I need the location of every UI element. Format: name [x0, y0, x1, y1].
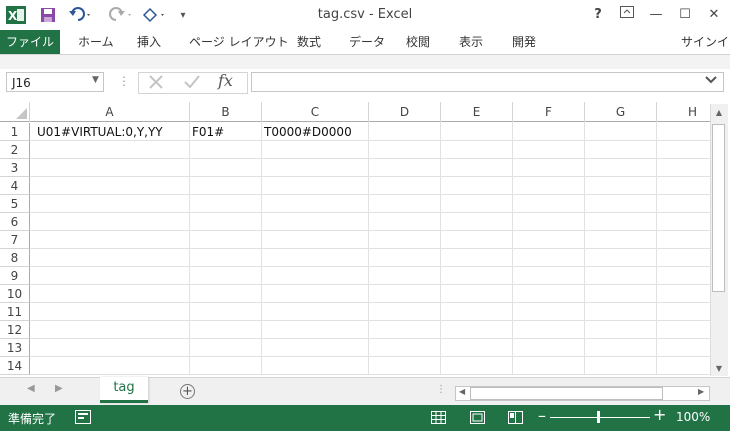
- table-row[interactable]: [30, 267, 710, 285]
- chevron-down-icon[interactable]: ▼: [92, 75, 99, 85]
- scroll-left-icon[interactable]: ◀: [459, 387, 465, 396]
- signin-link[interactable]: サインイン: [681, 30, 730, 54]
- row-header-4[interactable]: 4: [0, 177, 30, 195]
- table-row[interactable]: [30, 321, 710, 339]
- minimize-button[interactable]: —: [643, 4, 669, 26]
- table-row[interactable]: [30, 231, 710, 249]
- table-row[interactable]: [30, 177, 710, 195]
- zoom-slider-thumb[interactable]: [597, 411, 600, 423]
- table-row[interactable]: [30, 141, 710, 159]
- tab-data[interactable]: データ: [349, 30, 385, 54]
- row-header-11[interactable]: 11: [0, 303, 30, 321]
- column-header-h[interactable]: H: [657, 102, 710, 122]
- table-row[interactable]: [30, 303, 710, 321]
- cell-c1[interactable]: T0000#D0000: [264, 124, 352, 141]
- scroll-down-icon[interactable]: ▼: [713, 364, 725, 373]
- scroll-right-icon[interactable]: ▶: [698, 387, 704, 396]
- row-header-2[interactable]: 2: [0, 141, 30, 159]
- row-header-6[interactable]: 6: [0, 213, 30, 231]
- ribbon-display-options-button[interactable]: [614, 4, 640, 26]
- name-box[interactable]: J16: [6, 72, 104, 92]
- scroll-up-icon[interactable]: ▲: [713, 108, 725, 117]
- table-row[interactable]: [30, 339, 710, 357]
- row-header-9[interactable]: 9: [0, 267, 30, 285]
- insert-function-icon[interactable]: fx: [218, 71, 233, 90]
- cell-b1[interactable]: F01#: [192, 124, 224, 141]
- column-header-b[interactable]: B: [190, 102, 262, 122]
- tab-page-layout[interactable]: ページ レイアウト: [189, 30, 289, 54]
- table-row[interactable]: [30, 159, 710, 177]
- tab-formulas[interactable]: 数式: [297, 30, 321, 54]
- row-header-14[interactable]: 14: [0, 357, 30, 375]
- column-header-row: A B C D E F G H: [0, 102, 710, 122]
- row-header-5[interactable]: 5: [0, 195, 30, 213]
- help-button[interactable]: ?: [585, 4, 611, 26]
- expand-formula-bar-icon[interactable]: [705, 75, 717, 88]
- tab-developer[interactable]: 開発: [512, 30, 536, 54]
- row-header-10[interactable]: 10: [0, 285, 30, 303]
- macro-record-icon[interactable]: [75, 410, 91, 427]
- status-bar: [0, 405, 730, 431]
- ribbon-display-icon: [620, 6, 634, 22]
- normal-view-icon[interactable]: [431, 411, 446, 427]
- row-header-12[interactable]: 12: [0, 321, 30, 339]
- cancel-icon[interactable]: [147, 73, 165, 94]
- column-header-d[interactable]: D: [369, 102, 441, 122]
- row-header-3[interactable]: 3: [0, 159, 30, 177]
- tab-view[interactable]: 表示: [459, 30, 483, 54]
- row-header-1[interactable]: 1: [0, 123, 30, 141]
- add-sheet-icon[interactable]: +: [180, 384, 195, 399]
- enter-check-icon[interactable]: [183, 73, 201, 94]
- table-row[interactable]: [30, 195, 710, 213]
- row-header-7[interactable]: 7: [0, 231, 30, 249]
- formula-input[interactable]: [251, 72, 724, 92]
- formula-bar-splitter[interactable]: ⋮: [118, 74, 130, 88]
- horizontal-scroll-thumb[interactable]: [470, 387, 663, 400]
- zoom-in-button[interactable]: +: [653, 405, 666, 424]
- select-all-corner[interactable]: [0, 102, 30, 122]
- tab-file[interactable]: ファイル: [0, 30, 60, 54]
- table-row[interactable]: [30, 357, 710, 375]
- maximize-button[interactable]: ☐: [672, 4, 698, 26]
- tab-splitter[interactable]: ⋮: [436, 384, 446, 395]
- table-row[interactable]: [30, 213, 710, 231]
- status-ready: 準備完了: [8, 412, 57, 426]
- table-row[interactable]: [30, 249, 710, 267]
- tab-home[interactable]: ホーム: [78, 30, 114, 54]
- cell-a1[interactable]: U01#VIRTUAL:0,Y,YY: [37, 124, 163, 141]
- zoom-out-button[interactable]: –: [538, 406, 546, 425]
- column-header-c[interactable]: C: [262, 102, 369, 122]
- zoom-level[interactable]: 100%: [676, 410, 710, 424]
- tab-insert[interactable]: 挿入: [137, 30, 161, 54]
- column-header-f[interactable]: F: [513, 102, 585, 122]
- column-header-e[interactable]: E: [441, 102, 513, 122]
- row-header-8[interactable]: 8: [0, 249, 30, 267]
- zoom-slider[interactable]: [550, 417, 650, 418]
- page-layout-view-icon[interactable]: [470, 411, 485, 427]
- sheet-prev-icon[interactable]: ◀: [27, 383, 35, 394]
- collapsed-ribbon: [0, 54, 730, 70]
- sheet-tab-tag[interactable]: tag: [100, 377, 148, 403]
- sheet-next-icon[interactable]: ▶: [55, 383, 63, 394]
- worksheet-grid[interactable]: A B C D E F G H 1 2 3 4 5 6 7 8 9 10 11 …: [0, 102, 710, 375]
- column-header-g[interactable]: G: [585, 102, 657, 122]
- close-button[interactable]: ✕: [701, 4, 727, 26]
- tab-review[interactable]: 校閲: [406, 30, 430, 54]
- row-header-13[interactable]: 13: [0, 339, 30, 357]
- column-header-a[interactable]: A: [30, 102, 190, 122]
- vertical-scroll-thumb[interactable]: [712, 124, 725, 292]
- page-break-view-icon[interactable]: [508, 411, 523, 427]
- table-row[interactable]: [30, 285, 710, 303]
